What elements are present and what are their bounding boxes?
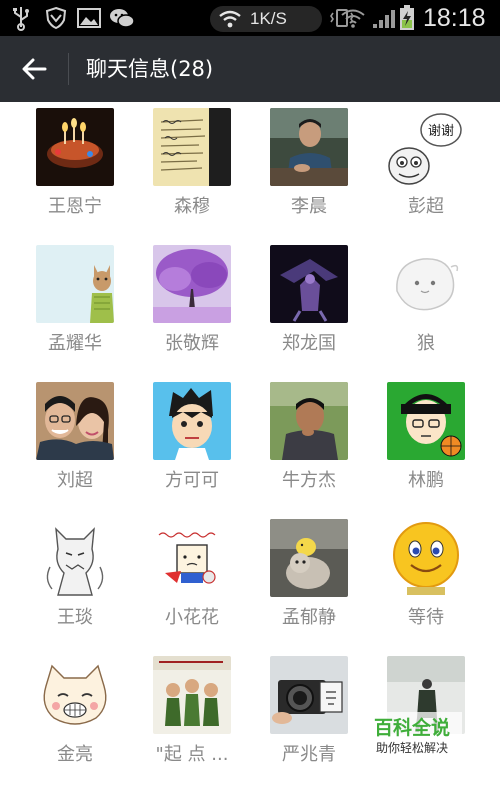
watermark-main-text: 百科全说	[373, 717, 450, 739]
member-avatar	[387, 519, 465, 597]
member-item[interactable]: 等待	[368, 513, 484, 643]
member-name: "起 点 ...	[155, 744, 229, 765]
image-icon	[76, 0, 102, 36]
member-avatar	[36, 108, 114, 186]
member-avatar	[36, 245, 114, 323]
member-name: 孟郁静	[282, 607, 336, 628]
member-name: 张敬辉	[165, 333, 219, 354]
member-avatar	[153, 382, 231, 460]
member-item[interactable]: 狼	[368, 239, 484, 369]
member-name: 林鹏	[408, 470, 444, 491]
member-name: 严兆青	[282, 744, 336, 765]
member-name: 等待	[408, 607, 444, 628]
shield-icon	[44, 0, 68, 36]
member-item[interactable]: 孟耀华	[17, 239, 133, 369]
member-grid: 王恩宁 森穆 李晨 谢谢 彭超 孟耀华 张敬辉 郑龙国 狼 刘超 方可可 牛方杰…	[0, 102, 500, 790]
member-avatar	[270, 108, 348, 186]
member-name: 郑龙国	[282, 333, 336, 354]
member-name: 狼	[417, 333, 435, 354]
member-avatar	[153, 519, 231, 597]
member-item[interactable]: 方可可	[134, 376, 250, 506]
member-name: 王琰	[57, 607, 93, 628]
wifi-signal-icon	[340, 0, 366, 36]
member-avatar	[270, 245, 348, 323]
wifi-icon	[219, 10, 241, 28]
member-avatar	[153, 245, 231, 323]
member-avatar	[270, 382, 348, 460]
member-item[interactable]: 金亮	[17, 650, 133, 780]
network-speed-pill: 1K/S	[210, 6, 322, 32]
page-title: 聊天信息(28)	[86, 57, 214, 81]
member-item[interactable]: 李晨	[251, 102, 367, 232]
member-item[interactable]: "起 点 ...	[134, 650, 250, 780]
wechat-icon	[108, 0, 136, 36]
member-name: 森穆	[174, 196, 210, 217]
member-avatar	[270, 519, 348, 597]
member-avatar	[387, 382, 465, 460]
arrow-left-icon	[22, 58, 47, 80]
battery-charging-icon	[398, 0, 416, 36]
member-item[interactable]: 张敬辉	[134, 239, 250, 369]
usb-icon	[10, 0, 32, 36]
member-name: 刘超	[57, 470, 93, 491]
member-avatar	[387, 245, 465, 323]
member-avatar	[153, 656, 231, 734]
back-button[interactable]	[14, 50, 54, 88]
member-name: 王恩宁	[48, 196, 102, 217]
cell-signal-icon	[372, 0, 396, 36]
status-bar: 1K/S 18:18	[0, 0, 500, 36]
member-item[interactable]: 郑龙国	[251, 239, 367, 369]
member-name: 小花花	[165, 607, 219, 628]
member-avatar	[36, 382, 114, 460]
member-item[interactable]: 小花花	[134, 513, 250, 643]
watermark-sub-text: 助你轻松解决	[375, 741, 448, 755]
member-name: 牛方杰	[282, 470, 336, 491]
member-name: 李晨	[291, 196, 327, 217]
header-bar: 聊天信息(28)	[0, 36, 500, 102]
member-name: 方可可	[165, 470, 219, 491]
net-speed-text: 1K/S	[250, 9, 287, 28]
member-item[interactable]: 谢谢 彭超	[368, 102, 484, 232]
member-name: 金亮	[57, 744, 93, 765]
svg-text:谢谢: 谢谢	[428, 123, 454, 139]
member-avatar	[270, 656, 348, 734]
member-item[interactable]: 牛方杰	[251, 376, 367, 506]
member-item[interactable]: 林鹏	[368, 376, 484, 506]
member-name: 孟耀华	[48, 333, 102, 354]
member-item[interactable]: 刘超	[17, 376, 133, 506]
member-avatar	[36, 656, 114, 734]
member-avatar	[36, 519, 114, 597]
member-item[interactable]: 孟郁静	[251, 513, 367, 643]
member-name: 彭超	[408, 196, 444, 217]
member-item[interactable]: 严兆青	[251, 650, 367, 780]
member-item[interactable]: 森穆	[134, 102, 250, 232]
member-avatar: 谢谢	[387, 108, 465, 186]
watermark-logo: 百科全说 助你轻松解决	[362, 712, 462, 762]
clock: 18:18	[423, 3, 486, 32]
member-item[interactable]: 王琰	[17, 513, 133, 643]
member-avatar	[153, 108, 231, 186]
header-divider	[68, 53, 69, 85]
member-item[interactable]: 王恩宁	[17, 102, 133, 232]
